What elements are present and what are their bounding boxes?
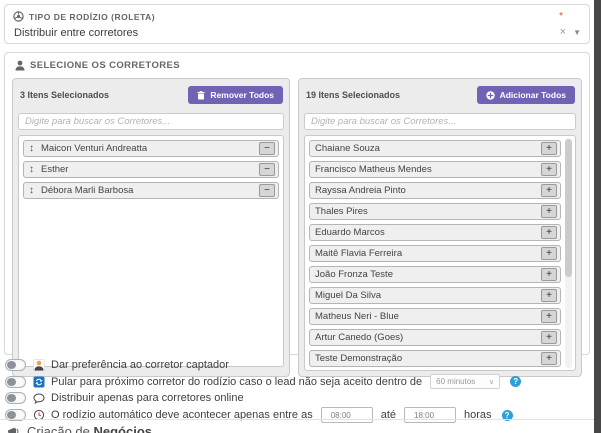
megaphone-icon: [7, 426, 21, 433]
plus-circle-icon: [486, 91, 495, 100]
add-corretor-button[interactable]: +: [541, 310, 557, 323]
add-corretor-button[interactable]: +: [541, 163, 557, 176]
add-corretor-button[interactable]: +: [541, 247, 557, 260]
tipo-rodizio-label-row: TIPO DE RODÍZIO (ROLETA): [13, 11, 155, 22]
criacao-negocios-title: Criação de Negócios: [27, 424, 152, 433]
corretor-name: Maitê Flavia Ferreira: [313, 248, 541, 259]
search-available-input[interactable]: [304, 113, 576, 130]
selected-corretor-row[interactable]: ↕ Débora Marli Barbosa −: [23, 182, 279, 199]
remove-corretor-button[interactable]: −: [259, 142, 275, 155]
corretor-name: Maicon Venturi Andreatta: [39, 143, 259, 154]
corretor-name: Matheus Neri - Blue: [313, 311, 541, 322]
available-corretor-row[interactable]: Francisco Matheus Mendes +: [309, 161, 561, 178]
adicionar-todos-label: Adicionar Todos: [500, 90, 566, 100]
corretor-name: Rayssa Andreia Pinto: [313, 185, 541, 196]
remove-corretor-button[interactable]: −: [259, 163, 275, 176]
list-scrollbar-thumb[interactable]: [565, 139, 572, 277]
available-corretor-row[interactable]: Maitê Flavia Ferreira +: [309, 245, 561, 262]
roulette-icon: [13, 11, 24, 22]
available-corretor-row[interactable]: Rayssa Andreia Pinto +: [309, 182, 561, 199]
selected-corretor-row[interactable]: ↕ Esther −: [23, 161, 279, 178]
captador-avatar-icon: [32, 359, 45, 371]
tipo-rodizio-label: TIPO DE RODÍZIO (ROLETA): [29, 12, 155, 22]
captador-label: Dar preferência ao corretor captador: [51, 359, 229, 371]
tipo-rodizio-value: Distribuir entre corretores: [14, 27, 138, 39]
corretor-name: Eduardo Marcos: [313, 227, 541, 238]
available-corretor-row[interactable]: Miguel Da Silva +: [309, 287, 561, 304]
list-scrollbar-track[interactable]: [565, 138, 572, 368]
add-corretor-button[interactable]: +: [541, 205, 557, 218]
drag-handle-icon[interactable]: ↕: [29, 143, 34, 154]
settings-page: TIPO DE RODÍZIO (ROLETA) * Distribuir en…: [0, 0, 601, 433]
available-count-label: 19 Itens Selecionados: [306, 90, 400, 100]
option-pular-row: Pular para próximo corretor do rodízio c…: [5, 374, 585, 389]
clear-selection-icon[interactable]: ×: [560, 26, 566, 38]
option-captador-row: Dar preferência ao corretor captador: [5, 359, 585, 371]
selected-corretores-list: ↕ Maicon Venturi Andreatta − ↕ Esther − …: [18, 135, 284, 367]
online-toggle[interactable]: [5, 392, 26, 404]
drag-handle-icon[interactable]: ↕: [29, 164, 34, 175]
option-online-row: Distribuir apenas para corretores online: [5, 392, 585, 404]
corretor-name: Francisco Matheus Mendes: [313, 164, 541, 175]
available-corretor-row[interactable]: Thales Pires +: [309, 203, 561, 220]
drag-handle-icon[interactable]: ↕: [29, 185, 34, 196]
add-corretor-button[interactable]: +: [541, 142, 557, 155]
pular-label: Pular para próximo corretor do rodízio c…: [51, 376, 422, 388]
corretor-name: João Fronza Teste: [313, 269, 541, 280]
pular-toggle[interactable]: [5, 376, 26, 388]
page-scrollbar[interactable]: [594, 0, 601, 433]
add-corretor-button[interactable]: +: [541, 184, 557, 197]
selected-corretores-panel: 3 Itens Selecionados Remover Todos ↕ Mai…: [12, 78, 290, 377]
available-corretor-row[interactable]: Eduardo Marcos +: [309, 224, 561, 241]
add-corretor-button[interactable]: +: [541, 268, 557, 281]
captador-toggle[interactable]: [5, 359, 26, 371]
required-asterisk: *: [559, 11, 563, 22]
remove-corretor-button[interactable]: −: [259, 184, 275, 197]
tipo-rodizio-card: TIPO DE RODÍZIO (ROLETA) * Distribuir en…: [4, 4, 590, 44]
trash-icon: [197, 91, 205, 100]
help-icon[interactable]: ?: [510, 376, 521, 387]
chat-bubble-icon: [32, 393, 45, 404]
corretor-name: Débora Marli Barbosa: [39, 185, 259, 196]
add-corretor-button[interactable]: +: [541, 226, 557, 239]
selecione-corretores-label: SELECIONE OS CORRETORES: [30, 60, 180, 71]
selecione-corretores-card: SELECIONE OS CORRETORES 3 Itens Selecion…: [4, 52, 590, 355]
chevron-down-icon[interactable]: ▼: [573, 28, 581, 37]
available-corretor-row[interactable]: Matheus Neri - Blue +: [309, 308, 561, 325]
corretor-name: Miguel Da Silva: [313, 290, 541, 301]
tipo-rodizio-select[interactable]: Distribuir entre corretores × ▼: [13, 22, 581, 39]
selected-corretor-row[interactable]: ↕ Maicon Venturi Andreatta −: [23, 140, 279, 157]
adicionar-todos-button[interactable]: Adicionar Todos: [477, 86, 575, 104]
available-corretores-panel: 19 Itens Selecionados Adicionar Todos Ch…: [298, 78, 582, 377]
available-corretor-row[interactable]: Artur Canedo (Goes) +: [309, 329, 561, 346]
corretor-name: Artur Canedo (Goes): [313, 332, 541, 343]
selected-count-label: 3 Itens Selecionados: [20, 90, 109, 100]
add-corretor-button[interactable]: +: [541, 331, 557, 344]
available-corretores-list: Chaiane Souza + Francisco Matheus Mendes…: [304, 135, 576, 371]
available-corretor-row[interactable]: Chaiane Souza +: [309, 140, 561, 157]
criacao-negocios-section: Criação de Negócios: [0, 419, 594, 433]
remover-todos-button[interactable]: Remover Todos: [188, 86, 283, 104]
corretor-name: Chaiane Souza: [313, 143, 541, 154]
available-corretor-row[interactable]: João Fronza Teste +: [309, 266, 561, 283]
timeout-select-value: 60 minutos: [436, 377, 475, 386]
user-icon: [15, 60, 25, 71]
remover-todos-label: Remover Todos: [210, 90, 274, 100]
chevron-down-icon: ∨: [489, 378, 494, 386]
rodizio-options: Dar preferência ao corretor captador Pul…: [5, 359, 585, 426]
add-corretor-button[interactable]: +: [541, 289, 557, 302]
search-selected-input[interactable]: [18, 113, 284, 130]
sync-icon: [32, 376, 45, 388]
online-label: Distribuir apenas para corretores online: [51, 392, 244, 404]
corretor-name: Thales Pires: [313, 206, 541, 217]
timeout-select[interactable]: 60 minutos ∨: [430, 374, 500, 389]
corretor-name: Esther: [39, 164, 259, 175]
